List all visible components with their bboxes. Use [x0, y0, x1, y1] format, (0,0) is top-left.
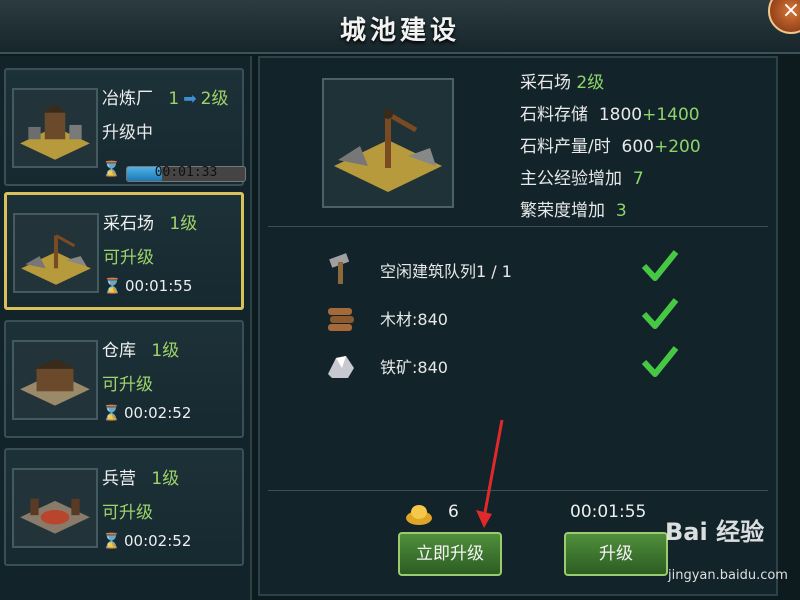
building-item-warehouse[interactable]: 仓库 1级 可升级 ⌛ 00:02:52 — [4, 320, 244, 438]
stat-value: 1800 — [598, 105, 643, 125]
quarry-large-thumbnail — [322, 78, 454, 208]
watermark-url: jingyan.baidu.com — [668, 568, 788, 583]
building-name-text: 兵营 — [102, 469, 136, 489]
building-timer: ⌛ 00:02:52 — [102, 532, 191, 550]
timer-text: 00:02:52 — [124, 532, 192, 550]
gold-cost: 6 — [448, 502, 459, 522]
close-icon: × — [781, 0, 800, 23]
timer-text: 00:01:55 — [125, 277, 193, 295]
arrow-right-icon: ➡ — [183, 89, 197, 108]
stat-exp: 主公经验增加 7 — [520, 164, 644, 189]
stat-value: 7 — [632, 169, 644, 189]
building-name: 采石场 1级 — [103, 209, 197, 234]
upgrade-time: 00:01:55 — [570, 502, 647, 522]
hammer-icon — [329, 253, 350, 284]
wood-icon — [328, 308, 354, 331]
upgrade-button[interactable]: 升级 — [564, 532, 668, 576]
watermark-logo: Bai 经验 — [665, 518, 765, 546]
gold-ingot-icon — [406, 505, 432, 525]
building-name-text: 采石场 — [103, 214, 154, 234]
building-name: 冶炼厂 1 ➡ 2级 — [102, 84, 228, 109]
stat-prosperity: 繁荣度增加 3 — [520, 196, 627, 221]
hourglass-icon: ⌛ — [102, 532, 121, 550]
building-status: 可升级 — [103, 248, 154, 268]
timer-text: 00:02:52 — [124, 404, 192, 422]
building-item-quarry[interactable]: 采石场 1级 可升级 ⌛ 00:01:55 — [4, 192, 244, 310]
stat-label: 石料存储 — [520, 105, 588, 125]
requirement-queue: 空闲建筑队列1 / 1 — [380, 262, 512, 281]
quarry-thumbnail — [13, 213, 99, 293]
stat-value: 3 — [615, 201, 627, 221]
instant-upgrade-button[interactable]: 立即升级 — [398, 532, 502, 576]
progress-time: 00:01:33 — [154, 165, 218, 180]
smelter-thumbnail — [12, 88, 98, 168]
building-item-barracks[interactable]: 兵营 1级 可升级 ⌛ 00:02:52 — [4, 448, 244, 566]
building-list[interactable]: 冶炼厂 1 ➡ 2级 升级中 ⌛ 00:01:33 采石场 1级 可升级 ⌛ 00:0… — [0, 56, 252, 600]
iron-ore-icon — [328, 356, 354, 378]
header-bar: 城池建设 — [0, 0, 800, 54]
stat-storage: 石料存储 1800+1400 — [520, 100, 700, 125]
stat-plus: +200 — [654, 137, 701, 157]
building-status: 可升级 — [102, 375, 153, 395]
building-level: 1级 — [169, 214, 198, 234]
building-status: 可升级 — [102, 503, 153, 523]
stat-output: 石料产量/时 600+200 — [520, 132, 701, 157]
stat-value: 600 — [621, 137, 654, 157]
stat-label: 主公经验增加 — [520, 169, 622, 189]
building-timer: ⌛ 00:01:55 — [103, 277, 192, 295]
building-item-smelter[interactable]: 冶炼厂 1 ➡ 2级 升级中 ⌛ 00:01:33 — [4, 68, 246, 186]
hourglass-icon: ⌛ — [102, 404, 121, 422]
checkmark-icon — [641, 298, 679, 329]
building-status: 升级中 — [102, 123, 153, 143]
page-title: 城池建设 — [339, 16, 460, 46]
hourglass-icon: ⌛ — [102, 160, 121, 178]
annotation-arrow — [476, 419, 504, 528]
building-timer: ⌛ 00:02:52 — [102, 404, 191, 422]
building-name: 兵营 1级 — [102, 464, 179, 489]
stat-label: 繁荣度增加 — [520, 201, 605, 221]
detail-level: 2级 — [576, 73, 605, 93]
building-level: 1级 — [151, 341, 180, 361]
building-name: 仓库 1级 — [102, 336, 179, 361]
detail-name: 采石场 — [520, 73, 571, 93]
checkmark-icon — [641, 250, 679, 281]
checkmark-icon — [641, 346, 679, 377]
divider — [268, 226, 768, 227]
stat-plus: +1400 — [642, 105, 700, 125]
level-to: 2级 — [200, 89, 229, 109]
divider — [268, 490, 768, 491]
building-name-text: 冶炼厂 — [102, 89, 153, 109]
requirement-wood: 木材:840 — [380, 310, 448, 329]
level-from: 1 — [168, 89, 180, 109]
requirement-iron: 铁矿:840 — [380, 358, 448, 377]
upgrade-progress-bar: 00:01:33 — [126, 165, 246, 182]
detail-title: 采石场 2级 — [520, 68, 604, 93]
building-timer: ⌛ — [102, 160, 124, 178]
building-name-text: 仓库 — [102, 341, 136, 361]
barracks-thumbnail — [12, 468, 98, 548]
stat-label: 石料产量/时 — [520, 137, 611, 157]
building-level: 1级 — [151, 469, 180, 489]
hourglass-icon: ⌛ — [103, 277, 122, 295]
warehouse-thumbnail — [12, 340, 98, 420]
